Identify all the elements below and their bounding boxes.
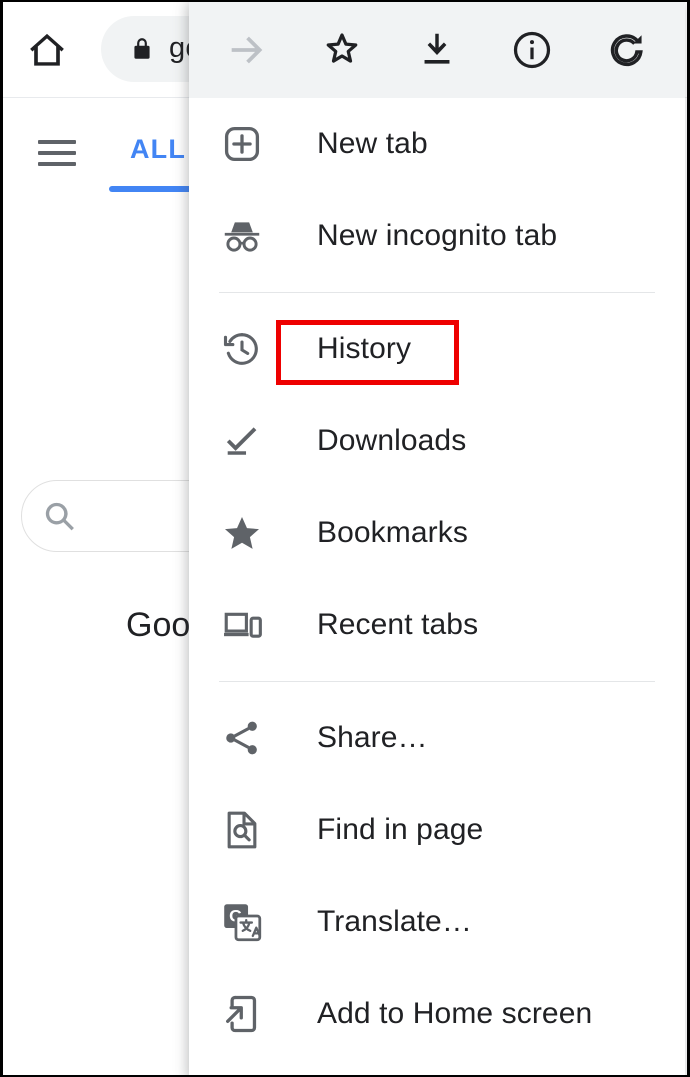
menu-divider: [219, 681, 655, 682]
menu-item-add-to-home-screen[interactable]: Add to Home screen: [189, 968, 685, 1060]
menu-item-label: Find in page: [317, 813, 484, 846]
star-icon[interactable]: [314, 22, 370, 78]
reload-icon[interactable]: [599, 22, 655, 78]
menu-item-label: Recent tabs: [317, 608, 479, 641]
menu-item-label: Share…: [317, 721, 428, 754]
menu-item-label: Downloads: [317, 424, 467, 457]
recent-tabs-icon: [219, 602, 265, 648]
home-icon[interactable]: [25, 28, 69, 72]
screenshot-frame: go ALL Googl New tab New incognito tab H…: [0, 0, 690, 1077]
history-icon: [219, 326, 265, 372]
menu-item-downloads[interactable]: Downloads: [189, 395, 685, 487]
menu-item-recent-tabs[interactable]: Recent tabs: [189, 579, 685, 671]
menu-item-label: History: [317, 332, 412, 365]
downloads-icon: [219, 418, 265, 464]
menu-item-label: New tab: [317, 127, 428, 160]
forward-icon[interactable]: [219, 22, 275, 78]
menu-item-list: New tab New incognito tab History Downlo…: [189, 98, 685, 1060]
menu-item-new-tab[interactable]: New tab: [189, 98, 685, 190]
download-icon[interactable]: [409, 22, 465, 78]
menu-item-new-incognito-tab[interactable]: New incognito tab: [189, 190, 685, 282]
menu-item-translate[interactable]: G Translate…: [189, 876, 685, 968]
menu-item-history[interactable]: History: [189, 303, 685, 395]
menu-icon-toolbar: [189, 2, 685, 98]
search-icon: [40, 497, 80, 537]
menu-item-label: Bookmarks: [317, 516, 468, 549]
menu-item-label: Translate…: [317, 905, 472, 938]
info-icon[interactable]: [504, 22, 560, 78]
share-icon: [219, 715, 265, 761]
incognito-icon: [219, 213, 265, 259]
chrome-main-menu: New tab New incognito tab History Downlo…: [189, 2, 685, 1075]
menu-divider: [219, 292, 655, 293]
lock-icon: [129, 36, 155, 62]
find-in-page-icon: [219, 807, 265, 853]
bookmarks-star-icon: [219, 510, 265, 556]
menu-item-find-in-page[interactable]: Find in page: [189, 784, 685, 876]
menu-item-share[interactable]: Share…: [189, 692, 685, 784]
tab-all[interactable]: ALL: [123, 134, 193, 165]
translate-icon: G: [219, 899, 265, 945]
hamburger-icon[interactable]: [38, 140, 76, 166]
add-to-home-screen-icon: [219, 991, 265, 1037]
menu-item-label: Add to Home screen: [317, 997, 593, 1030]
new-tab-icon: [219, 121, 265, 167]
menu-item-label: New incognito tab: [317, 219, 558, 252]
menu-item-bookmarks[interactable]: Bookmarks: [189, 487, 685, 579]
